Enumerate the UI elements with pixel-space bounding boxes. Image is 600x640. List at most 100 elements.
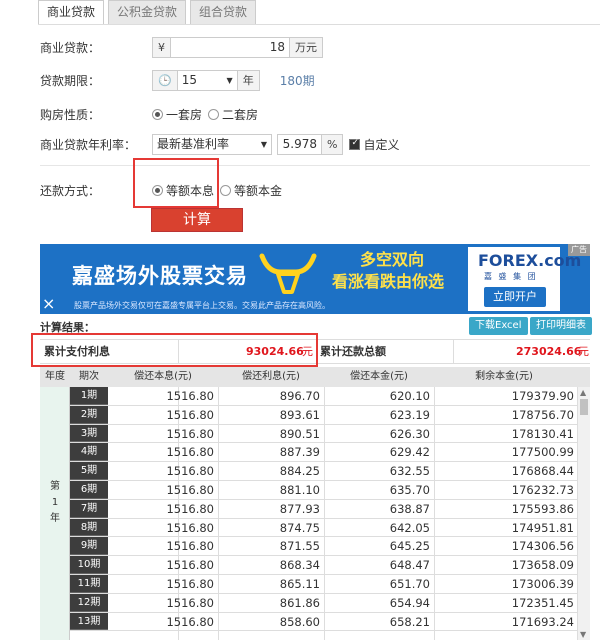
col-payment: 偿还本息(元) [134,371,192,382]
ad-label: 广告 [568,244,590,256]
table-row: 8期 1516.80 874.75 642.05 174951.81 [70,518,577,538]
tab-commercial-loan[interactable]: 商业贷款 [38,0,105,25]
remaining-cell: 178756.70 [511,407,574,422]
open-account-button[interactable]: 立即开户 [484,287,546,307]
interest-cell: 881.10 [279,482,320,497]
radio-second-home-label: 二套房 [222,108,259,122]
interest-cell: 874.75 [279,520,320,535]
radio-second-home[interactable]: 二套房 [208,106,258,123]
principal-cell: 648.47 [389,558,430,573]
col-period: 期次 [79,371,99,382]
radio-unselected-icon [220,185,232,196]
principal-cell: 632.55 [389,464,430,479]
remaining-cell: 176868.44 [511,464,574,479]
custom-rate-checkbox[interactable] [349,138,361,150]
download-excel-button[interactable]: 下载Excel [469,317,528,335]
principal-cell: 620.10 [389,389,430,403]
ad-logo-box: FOREX.com 嘉 盛 集 团 立即开户 [468,247,581,311]
divider [453,340,454,363]
period-cell: 1期 [70,387,108,405]
remaining-cell: 173658.09 [511,558,574,573]
radio-first-home-label: 一套房 [166,108,203,122]
payment-cell: 1516.80 [166,520,214,535]
scroll-up-icon[interactable]: ▲ [580,388,586,397]
interest-cell: 896.70 [279,389,320,403]
payment-cell: 1516.80 [166,501,214,516]
property-type-label: 购房性质： [40,108,101,122]
close-icon[interactable]: × [42,294,55,313]
period-cell: 7期 [70,499,108,518]
table-row: 3期 1516.80 890.51 626.30 178130.41 [70,424,577,444]
loan-term-select[interactable]: 15 ▼ [177,70,238,91]
payment-cell: 1516.80 [166,464,214,479]
payment-cell: 1516.80 [166,595,214,610]
principal-cell: 654.94 [389,595,430,610]
tab-provident-fund-loan[interactable]: 公积金贷款 [108,0,187,25]
remaining-cell: 178130.41 [511,426,574,441]
payment-cell: 1516.80 [166,614,214,629]
table-row: 7期 1516.80 877.93 638.87 175593.86 [70,499,577,519]
table-row: 1期 1516.80 896.70 620.10 179379.90 [70,387,577,406]
table-row: 10期 1516.80 868.34 648.47 173658.09 [70,556,577,575]
scroll-thumb[interactable] [580,399,588,415]
rate-input[interactable]: 5.978 [277,134,321,155]
period-cell: 2期 [70,405,108,424]
principal-cell: 642.05 [389,520,430,535]
loan-amount-input[interactable]: 18 [171,37,289,58]
highlight-box [31,333,318,367]
rate-unit: % [321,134,344,155]
divider [40,165,590,166]
principal-cell: 651.70 [389,576,430,591]
total-repayment-label: 累计还款总额 [320,345,386,358]
calculate-button[interactable]: 计算 [151,208,243,232]
table-row: 2期 1516.80 893.61 623.19 178756.70 [70,405,577,425]
loan-term-unit: 年 [237,70,260,91]
principal-cell: 629.42 [389,445,430,460]
loan-term-label: 贷款期限： [40,74,101,88]
chevron-down-icon: ▼ [260,140,267,149]
payment-cell: 1516.80 [166,426,214,441]
interest-cell: 893.61 [279,407,320,422]
ad-title: 嘉盛场外股票交易 [72,264,248,288]
tab-combined-loan[interactable]: 组合贷款 [190,0,257,25]
tabs-divider [38,24,600,25]
principal-cell: 645.25 [389,539,430,554]
remaining-cell: 172351.45 [511,595,574,610]
remaining-cell: 175593.86 [511,501,574,516]
chevron-down-icon: ▼ [226,76,233,85]
ad-banner[interactable]: 嘉盛场外股票交易 多空双向 看涨看跌由你选 股票产品场外交易仅可在嘉盛专属平台上… [40,244,590,314]
period-cell: 12期 [70,593,108,612]
interest-cell: 865.11 [279,576,320,591]
table-row: 9期 1516.80 871.55 645.25 174306.56 [70,537,577,557]
ad-tagline-2: 看涨看跌由你选 [332,272,445,291]
radio-equal-principal[interactable]: 等额本金 [220,182,282,199]
bull-icon [259,253,317,294]
payment-cell: 1516.80 [166,445,214,460]
table-row: 5期 1516.80 884.25 632.55 176868.44 [70,462,577,481]
yuan-symbol: ¥ [152,37,171,58]
principal-cell: 635.70 [389,482,430,497]
col-interest: 偿还利息(元) [242,371,300,382]
ad-tagline-1: 多空双向 [360,250,425,269]
col-remaining: 剩余本金(元) [475,371,533,382]
table-row: 12期 1516.80 861.86 654.94 172351.45 [70,593,577,613]
table-row: 6期 1516.80 881.10 635.70 176232.73 [70,480,577,500]
loan-term-value: 15 [181,73,197,87]
col-year: 年度 [45,371,65,382]
scroll-down-icon[interactable]: ▼ [580,630,586,639]
schedule-table-body: 1期 1516.80 896.70 620.10 179379.90 2期 1516.80 8… [70,387,577,632]
table-scrollbar[interactable]: ▲ ▼ [577,387,590,640]
remaining-cell: 171693.24 [511,614,574,629]
table-row: 13期 1516.80 858.60 658.21 171693.24 [70,612,577,632]
print-detail-button[interactable]: 打印明细表 [530,317,592,335]
interest-cell: 858.60 [279,614,320,629]
highlight-box [133,158,219,208]
radio-first-home[interactable]: 一套房 [152,106,202,123]
payment-cell: 1516.80 [166,389,214,403]
period-cell: 4期 [70,443,108,462]
principal-cell: 638.87 [389,501,430,516]
total-repayment-unit: 元 [578,345,589,358]
period-cell: 9期 [70,537,108,556]
property-type-row: 购房性质： 一套房 二套房 [40,106,264,123]
rate-type-select[interactable]: 最新基准利率 ▼ [152,134,272,155]
